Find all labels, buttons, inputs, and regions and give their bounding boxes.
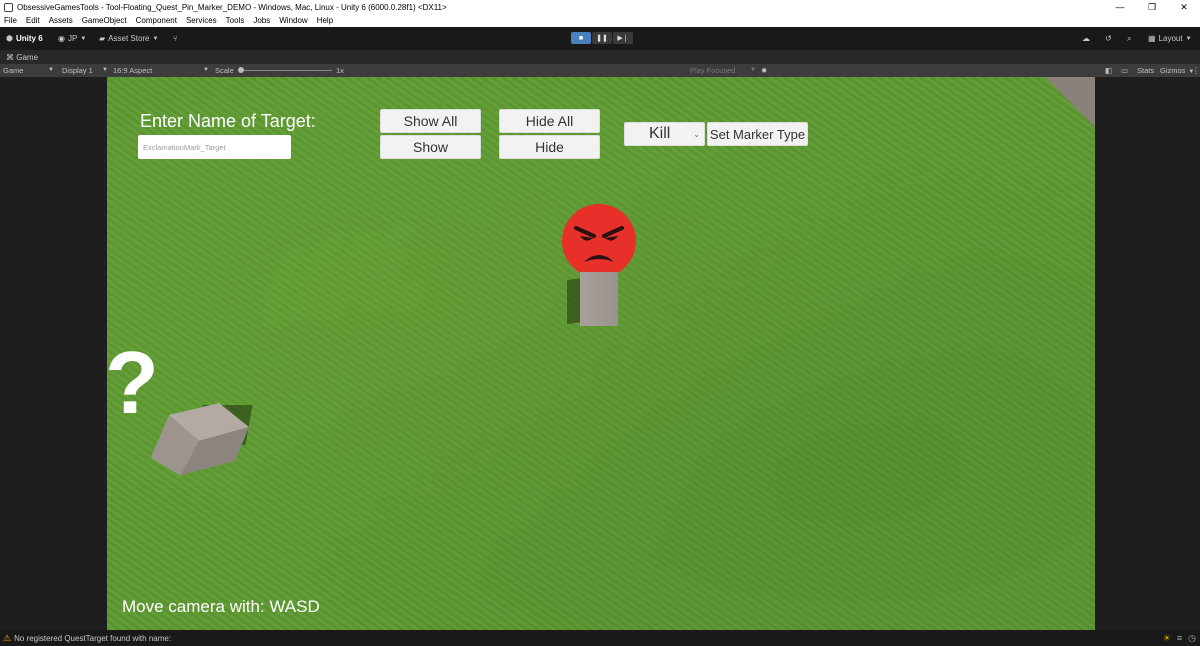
status-message: No registered QuestTarget found with nam… — [14, 633, 172, 643]
menu-gameobject[interactable]: GameObject — [82, 16, 127, 25]
maximize-button[interactable]: ❐ — [1136, 0, 1168, 14]
menu-tools[interactable]: Tools — [226, 16, 245, 25]
target-name-label: Enter Name of Target: — [140, 111, 316, 131]
menu-component[interactable]: Component — [136, 16, 177, 25]
playmode-controls: ■ ❚❚ ▶❘ — [571, 32, 633, 44]
menu-jobs[interactable]: Jobs — [253, 16, 270, 25]
scale-label: Scale — [215, 66, 234, 75]
play-focused-dropdown[interactable]: Play Focused ▼ — [690, 64, 756, 77]
target-name-input[interactable]: ExclamationMark_Target — [138, 135, 291, 159]
hide-all-button[interactable]: Hide All — [499, 109, 600, 133]
show-all-button[interactable]: Show All — [380, 109, 481, 133]
activity-icon[interactable]: ≡ — [1177, 633, 1182, 644]
step-button[interactable]: ▶❘ — [613, 32, 633, 44]
game-tab-bar: ⌘ Game — [0, 50, 1200, 64]
window-icon: ▭ — [1121, 66, 1129, 75]
close-button[interactable]: ✕ — [1168, 0, 1200, 14]
marker-type-dropdown[interactable]: Kill ⌄ — [624, 122, 705, 146]
debug-icon[interactable]: ☀ — [1163, 633, 1171, 644]
chevron-down-icon: ▼ — [102, 67, 108, 73]
cloud-icon: ☁ — [1082, 34, 1090, 43]
layout-icon: ▦ — [1148, 34, 1156, 43]
stats-button[interactable]: Stats — [1137, 64, 1154, 77]
unity-logo-icon: ⬢ — [6, 34, 13, 43]
game-viewport[interactable]: Enter Name of Target: ExclamationMark_Ta… — [107, 77, 1095, 630]
warning-icon: ⚠ — [3, 632, 12, 643]
menu-help[interactable]: Help — [317, 16, 333, 25]
pause-icon: ❚❚ — [596, 35, 608, 42]
unity-version-button[interactable]: ⬢ Unity 6 — [6, 32, 43, 45]
stats-icon-button[interactable]: ◧ — [1105, 64, 1112, 77]
chevron-down-icon: ▼ — [1185, 35, 1192, 42]
speaker-icon: ◧ — [1105, 66, 1113, 75]
gizmos-button[interactable]: Gizmos ▼ — [1160, 64, 1194, 77]
mute-audio-button[interactable]: ✹ — [761, 64, 767, 77]
cloud-button[interactable]: ☁ — [1082, 32, 1090, 45]
window-titlebar: ObsessiveGamesTools - Tool-Floating_Ques… — [0, 0, 1200, 14]
store-icon: ▰ — [99, 34, 106, 43]
chevron-down-icon: ▼ — [80, 35, 87, 42]
display-dropdown[interactable]: Display 1 ▼ — [62, 64, 108, 77]
menu-services[interactable]: Services — [186, 16, 217, 25]
version-control-button[interactable]: ⑂ — [173, 32, 178, 45]
minimize-button[interactable]: — — [1104, 0, 1136, 14]
chevron-down-icon: ▼ — [152, 35, 159, 42]
history-icon: ↺ — [1105, 34, 1112, 43]
search-button[interactable]: ⌕ — [1127, 32, 1131, 45]
chevron-down-icon: ▼ — [750, 67, 756, 73]
asset-store-button[interactable]: ▰ Asset Store ▼ — [99, 32, 158, 45]
chevron-down-icon: ▼ — [48, 67, 54, 73]
unity-app-icon — [4, 2, 13, 12]
capture-button[interactable]: ▭ — [1121, 64, 1128, 77]
stop-icon: ■ — [578, 34, 584, 42]
pause-button[interactable]: ❚❚ — [592, 32, 612, 44]
target-pillar — [580, 272, 618, 326]
camera-hint-text: Move camera with: WASD — [122, 597, 320, 616]
search-icon: ⌕ — [1127, 33, 1132, 43]
target-cube — [151, 403, 249, 477]
step-icon: ▶❘ — [617, 35, 629, 42]
game-mode-dropdown[interactable]: Game ▼ — [3, 64, 56, 77]
gamepad-icon: ⌘ — [6, 52, 14, 62]
progress-icon[interactable]: ◷ — [1188, 633, 1196, 644]
scale-slider-handle[interactable] — [238, 67, 244, 73]
angry-face-marker-icon — [562, 204, 636, 278]
account-button[interactable]: ◉ JP ▼ — [58, 32, 86, 45]
aspect-dropdown[interactable]: 16:9 Aspect ▼ — [113, 64, 209, 77]
branch-icon: ⑂ — [173, 34, 178, 43]
hide-button[interactable]: Hide — [499, 135, 600, 159]
history-button[interactable]: ↺ — [1105, 32, 1112, 45]
chevron-down-icon: ⌄ — [693, 129, 700, 139]
scale-value: 1x — [336, 66, 344, 75]
game-view-toolbar: Game ▼ Display 1 ▼ 16:9 Aspect ▼ Scale 1x P… — [0, 64, 1200, 77]
menu-edit[interactable]: Edit — [26, 16, 40, 25]
scale-slider-track[interactable] — [240, 70, 332, 71]
menu-file[interactable]: File — [4, 16, 17, 25]
bug-icon: ✹ — [761, 66, 768, 75]
play-button[interactable]: ■ — [571, 32, 591, 44]
menu-bar: File Edit Assets GameObject Component Se… — [0, 14, 1200, 27]
more-options-icon[interactable]: ⋮ — [1192, 64, 1200, 77]
chevron-down-icon: ▼ — [203, 67, 209, 73]
layout-dropdown[interactable]: ▦ Layout ▼ — [1148, 32, 1192, 45]
game-tab[interactable]: ⌘ Game — [6, 53, 38, 62]
window-title: ObsessiveGamesTools - Tool-Floating_Ques… — [17, 2, 447, 12]
menu-assets[interactable]: Assets — [49, 16, 73, 25]
menu-window[interactable]: Window — [279, 16, 307, 25]
set-marker-type-button[interactable]: Set Marker Type — [707, 122, 808, 146]
status-bar[interactable]: ⚠ No registered QuestTarget found with n… — [0, 630, 1200, 646]
account-icon: ◉ — [58, 34, 65, 43]
corner-wall — [1045, 77, 1095, 127]
show-button[interactable]: Show — [380, 135, 481, 159]
